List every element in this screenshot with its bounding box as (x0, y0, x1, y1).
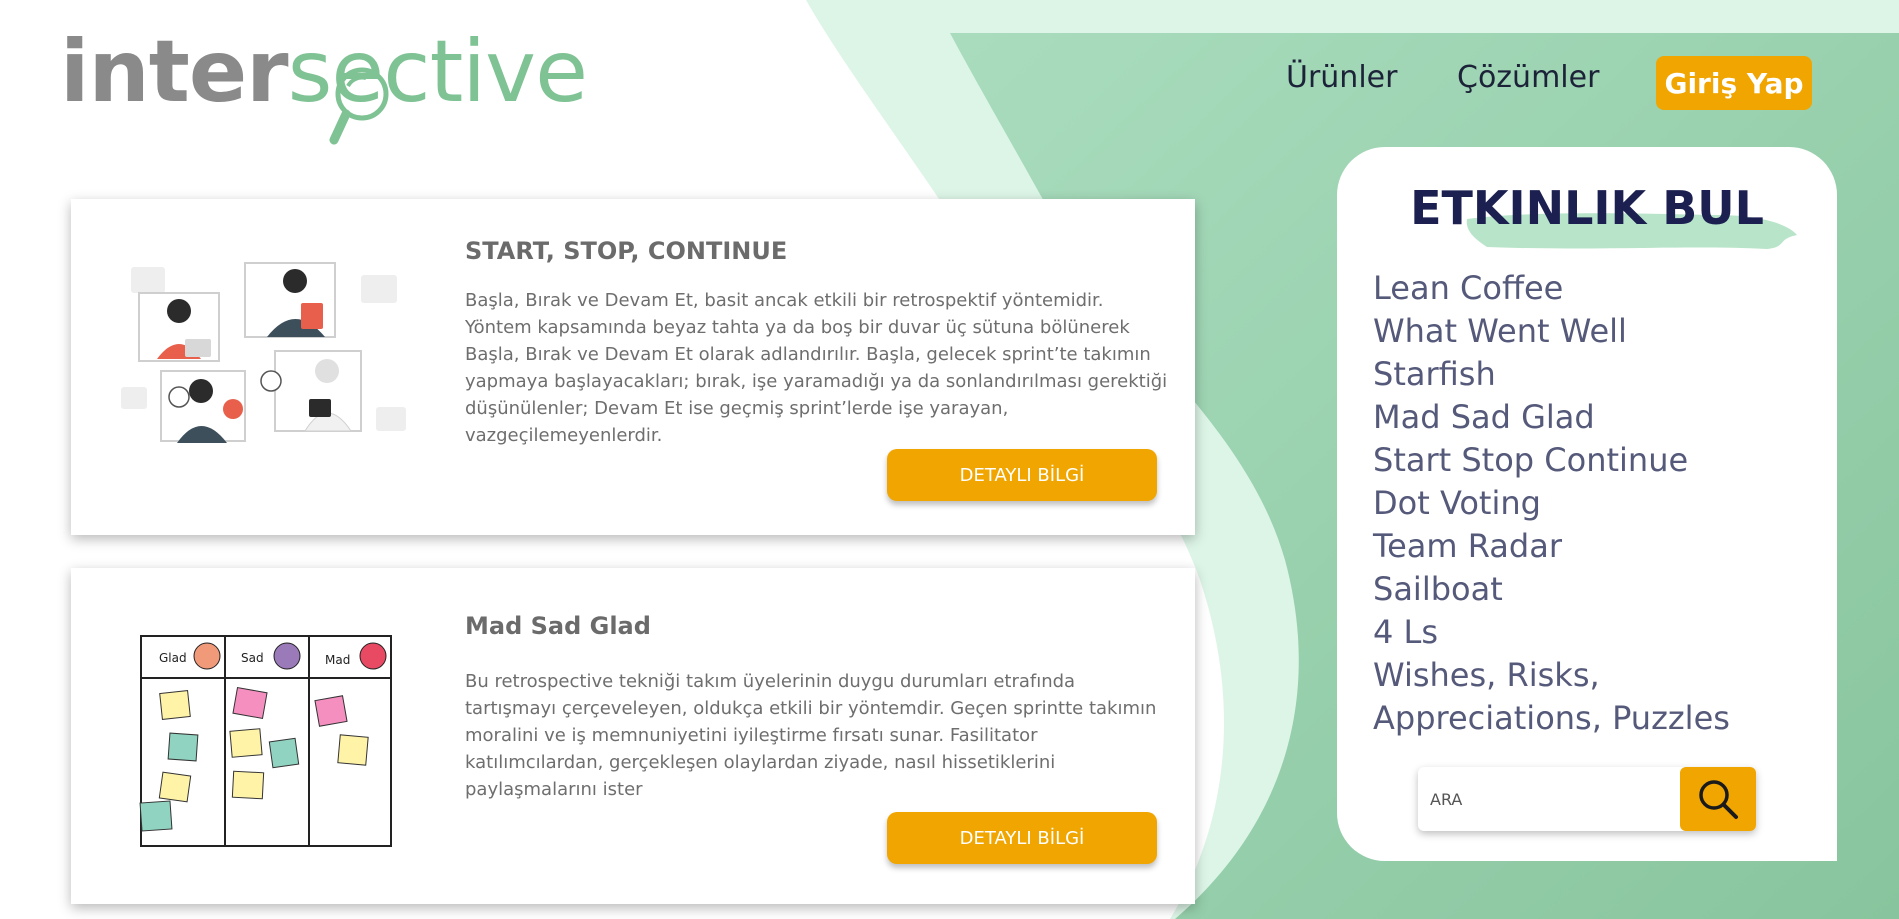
activity-card-start-stop-continue: START, STOP, CONTINUE Başla, Bırak ve De… (71, 199, 1195, 535)
panel-title-area: ETKINLIK BUL (1337, 177, 1837, 249)
activity-list: Lean Coffee What Went Well Starfish Mad … (1373, 267, 1823, 740)
login-button[interactable]: Giriş Yap (1656, 56, 1812, 110)
activity-link-what-went-well[interactable]: What Went Well (1373, 310, 1823, 353)
activity-link-starfish[interactable]: Starfish (1373, 353, 1823, 396)
activity-link-dot-voting[interactable]: Dot Voting (1373, 482, 1823, 525)
card-title: START, STOP, CONTINUE (465, 237, 788, 265)
nav-link-cozumler[interactable]: Çözümler (1457, 60, 1599, 95)
card-description: Bu retrospective tekniği takım üyelerini… (465, 671, 1157, 800)
magnifier-icon (329, 67, 389, 145)
search-box (1418, 767, 1756, 831)
activity-link-wishes-risks-appreciations-puzzles[interactable]: Wishes, Risks, Appreciations, Puzzles (1373, 654, 1823, 740)
board-column-sad: Sad (241, 651, 264, 665)
logo-text-inter: inter (60, 22, 289, 122)
search-icon (1699, 780, 1738, 819)
activity-link-sailboat[interactable]: Sailboat (1373, 568, 1823, 611)
board-column-mad: Mad (325, 653, 350, 667)
card-title: Mad Sad Glad (465, 612, 651, 640)
team-collaboration-illustration (121, 247, 411, 487)
activity-link-mad-sad-glad[interactable]: Mad Sad Glad (1373, 396, 1823, 439)
mad-sad-glad-board-illustration: Glad Sad Mad (139, 635, 392, 847)
activity-link-lean-coffee[interactable]: Lean Coffee (1373, 267, 1823, 310)
activity-link-start-stop-continue[interactable]: Start Stop Continue (1373, 439, 1823, 482)
search-input[interactable] (1418, 767, 1678, 831)
nav-link-urunler[interactable]: Ürünler (1286, 60, 1397, 95)
card-description: Başla, Bırak ve Devam Et, basit ancak et… (465, 290, 1168, 446)
activity-finder-panel: ETKINLIK BUL Lean Coffee What Went Well … (1337, 147, 1837, 861)
activity-link-4-ls[interactable]: 4 Ls (1373, 611, 1823, 654)
intersepective-logo[interactable]: intersective (60, 22, 588, 145)
activity-card-mad-sad-glad: Glad Sad Mad Mad Sad Glad Bu retrospecti… (71, 568, 1195, 904)
search-button[interactable] (1680, 767, 1756, 831)
activity-link-team-radar[interactable]: Team Radar (1373, 525, 1823, 568)
details-button[interactable]: DETAYLI BİLGİ (887, 449, 1157, 501)
board-column-glad: Glad (159, 651, 187, 665)
panel-title: ETKINLIK BUL (1410, 181, 1764, 235)
details-button[interactable]: DETAYLI BİLGİ (887, 812, 1157, 864)
